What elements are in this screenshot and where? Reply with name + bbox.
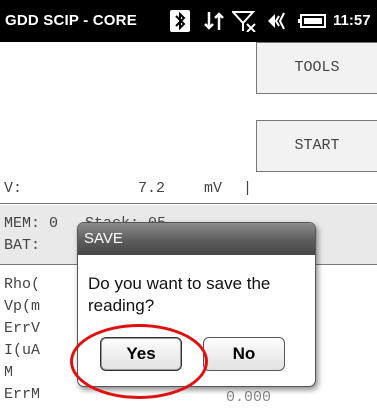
volume-muted-icon [268,12,285,30]
reading-label-current: I(uA [4,342,41,359]
dialog-title: SAVE [78,223,315,255]
reading-label-rho: Rho( [4,276,41,293]
reading-label-vp: Vp(m [4,298,41,315]
voltage-row: V: 7.2 mV | [0,174,377,204]
voltage-cursor: | [243,180,253,197]
voltage-label: V: [4,180,23,197]
start-button[interactable]: START [256,120,377,172]
battery-icon [298,14,326,28]
no-signal-icon [232,11,256,32]
clock: 11:57 [333,12,371,29]
app-title: GDD SCIP - CORE [5,12,137,29]
reading-label-errv: ErrV [4,320,41,337]
status-bar: GDD SCIP - CORE 11:57 [0,0,377,42]
bluetooth-icon [170,10,190,32]
data-transfer-icon [204,12,224,30]
tools-button[interactable]: TOOLS [256,42,377,94]
voltage-unit: mV [204,180,223,197]
dialog-message: Do you want to save the reading? [88,274,271,315]
yes-button[interactable]: Yes [100,337,182,371]
voltage-value: 7.2 [138,180,166,197]
no-button[interactable]: No [203,337,285,371]
save-dialog: SAVE Do you want to save the reading? Ye… [77,222,316,387]
errm-value: 0.000 [226,389,272,406]
reading-label-errm: ErrM [4,386,41,403]
battery-status: BAT: [4,237,41,254]
reading-label-m: M [4,364,14,381]
